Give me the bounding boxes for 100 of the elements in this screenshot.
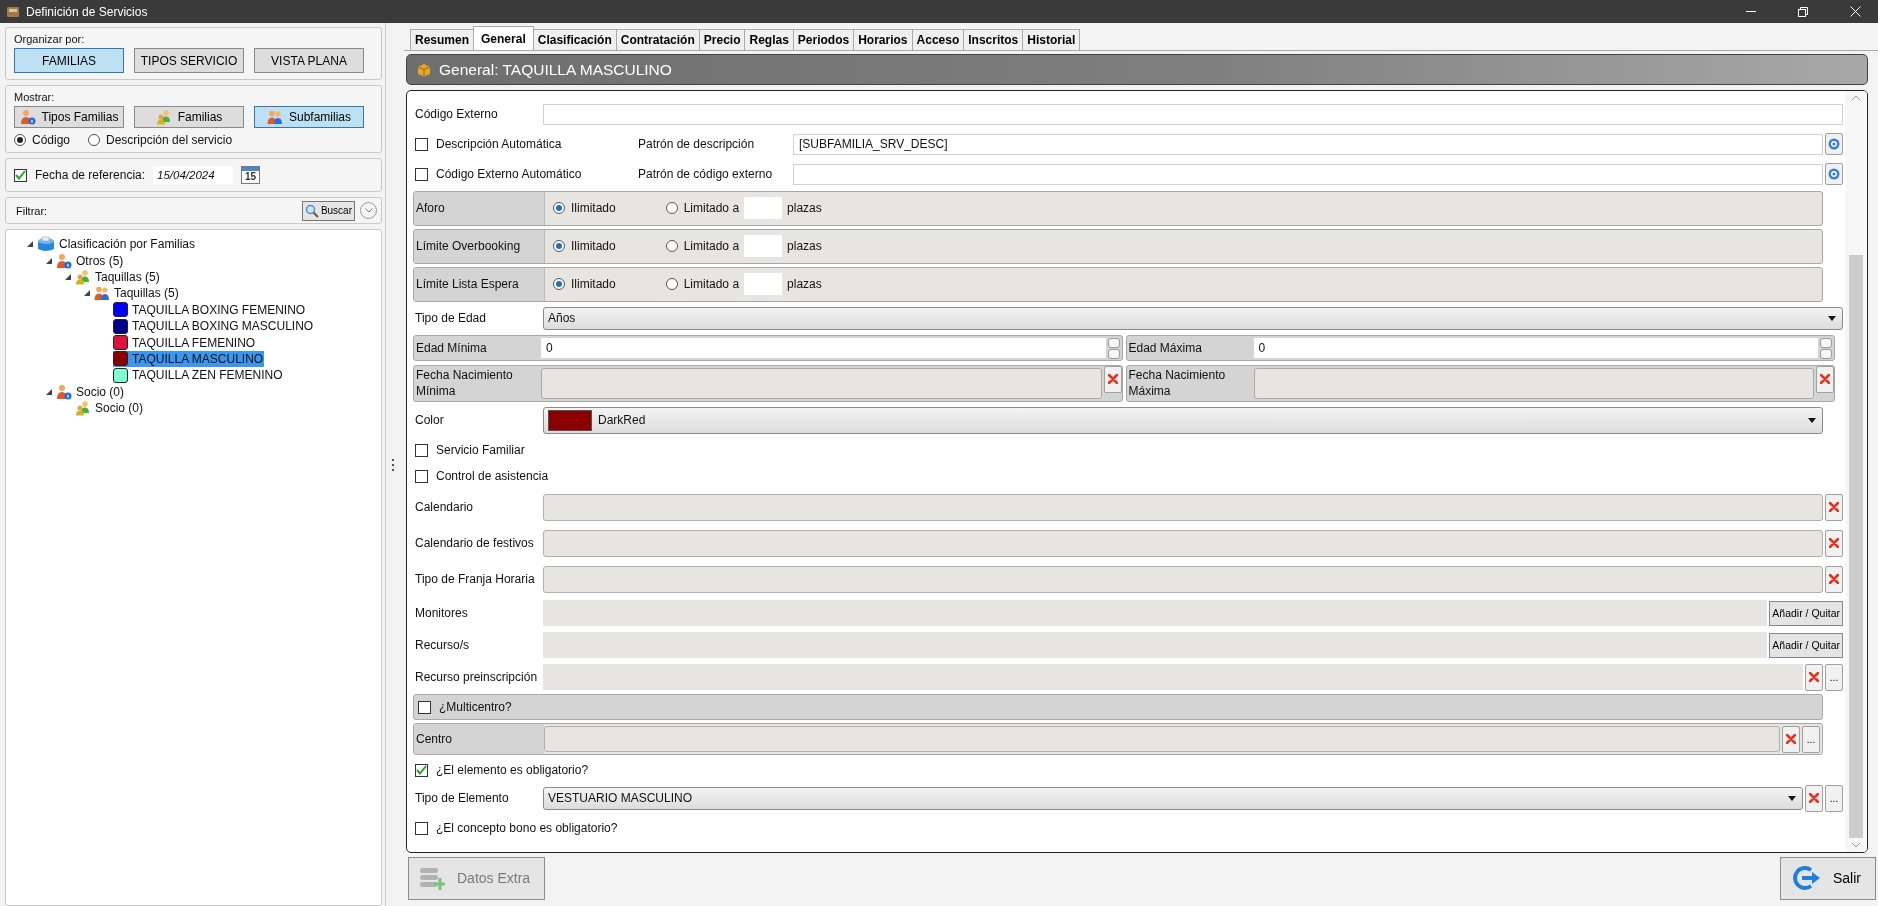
spin-buttons[interactable] bbox=[1107, 336, 1120, 360]
list-field[interactable] bbox=[543, 632, 1768, 658]
level-button[interactable]: Familias bbox=[134, 106, 244, 128]
radio-button[interactable] bbox=[553, 240, 565, 252]
radio-button[interactable] bbox=[553, 202, 565, 214]
help-button[interactable] bbox=[1825, 163, 1843, 185]
list-field[interactable] bbox=[543, 600, 1768, 626]
checkbox[interactable] bbox=[415, 443, 428, 457]
expander-icon[interactable] bbox=[45, 387, 53, 396]
radio-button[interactable] bbox=[665, 240, 678, 252]
level-button[interactable]: Subfamilias bbox=[254, 106, 364, 128]
radio-button[interactable] bbox=[14, 134, 26, 146]
color-dropdown[interactable]: DarkRed bbox=[543, 406, 1823, 434]
checkbox[interactable] bbox=[415, 167, 428, 181]
clear-button[interactable] bbox=[1782, 725, 1800, 753]
expand-button[interactable] bbox=[360, 202, 377, 219]
lookup-field[interactable] bbox=[543, 565, 1823, 593]
date-field[interactable] bbox=[1253, 367, 1814, 399]
clear-button[interactable] bbox=[1825, 529, 1843, 557]
group-label: Organizar por: bbox=[14, 33, 86, 45]
checkbox-label: ¿El elemento es obligatorio? bbox=[436, 763, 589, 777]
tab[interactable]: General bbox=[473, 26, 534, 50]
clear-button[interactable] bbox=[1825, 493, 1843, 521]
text-field[interactable] bbox=[543, 103, 1843, 125]
level-button[interactable]: Tipos Familias bbox=[14, 106, 124, 128]
radio-label: Limitado a bbox=[683, 239, 740, 253]
search-button[interactable]: Buscar bbox=[301, 200, 355, 221]
browse-button[interactable]: ... bbox=[1802, 725, 1820, 753]
checkbox[interactable] bbox=[418, 700, 431, 714]
tree-item[interactable]: TAQUILLA ZEN FEMENINO bbox=[113, 367, 284, 384]
organize-button[interactable]: FAMILIAS bbox=[14, 48, 124, 73]
add-remove-button[interactable]: Añadir / Quitar bbox=[1769, 632, 1843, 658]
lookup-field[interactable] bbox=[544, 726, 1780, 752]
splitter-handle[interactable] bbox=[391, 458, 395, 471]
field-label: Centro bbox=[414, 724, 544, 754]
browse-button[interactable]: ... bbox=[1825, 784, 1843, 812]
calendar-button[interactable]: 15 bbox=[241, 166, 261, 184]
field-label: Edad Mínima bbox=[415, 339, 488, 357]
person-icon bbox=[56, 383, 72, 400]
number-field[interactable]: 0 bbox=[541, 338, 1106, 358]
add-remove-button[interactable]: Añadir / Quitar bbox=[1769, 600, 1843, 626]
list-field[interactable] bbox=[543, 664, 1803, 690]
tree-item[interactable]: Taquillas (5) bbox=[94, 285, 180, 302]
date-field[interactable]: 15/04/2024 bbox=[153, 166, 234, 184]
radio-button[interactable] bbox=[665, 202, 678, 214]
exit-button[interactable]: Salir bbox=[1780, 856, 1876, 900]
number-field[interactable]: 0 bbox=[1253, 338, 1818, 358]
clear-button[interactable] bbox=[1103, 365, 1122, 393]
clear-button[interactable] bbox=[1825, 565, 1843, 593]
spin-buttons[interactable] bbox=[1820, 336, 1832, 360]
close-icon bbox=[1849, 6, 1861, 17]
organize-button[interactable]: TIPOS SERVICIO bbox=[134, 48, 244, 73]
filter-label: Filtrar: bbox=[15, 204, 49, 217]
expander-icon[interactable] bbox=[26, 240, 34, 249]
field-label: Monitores bbox=[414, 606, 469, 620]
date-field[interactable] bbox=[541, 367, 1102, 399]
tab[interactable]: Reglas bbox=[744, 29, 794, 50]
checkbox[interactable] bbox=[415, 821, 428, 835]
radio-button[interactable] bbox=[665, 278, 678, 290]
clear-button[interactable] bbox=[1816, 365, 1834, 393]
dropdown[interactable]: VESTUARIO MASCULINO bbox=[543, 786, 1803, 810]
field-label: Código Externo bbox=[414, 107, 499, 121]
number-field[interactable] bbox=[744, 197, 783, 219]
expander-icon[interactable] bbox=[45, 256, 53, 265]
tree-item[interactable]: Socio (0) bbox=[75, 400, 145, 417]
help-button[interactable] bbox=[1825, 133, 1843, 155]
checkbox[interactable] bbox=[14, 168, 27, 182]
search-icon bbox=[304, 203, 319, 218]
browse-button[interactable]: ... bbox=[1825, 663, 1843, 691]
tab[interactable]: Resumen bbox=[410, 29, 475, 50]
clear-button[interactable] bbox=[1805, 784, 1823, 812]
tab[interactable]: Historial bbox=[1022, 29, 1081, 50]
expander-icon[interactable] bbox=[83, 289, 91, 298]
lookup-field[interactable] bbox=[543, 529, 1823, 557]
expander-icon[interactable] bbox=[64, 272, 72, 281]
radio-button[interactable] bbox=[553, 278, 565, 290]
person-icon bbox=[19, 109, 36, 125]
tree-item[interactable]: Otros (5) bbox=[56, 252, 125, 269]
checkbox-label: ¿El concepto bono es obligatorio? bbox=[436, 821, 618, 835]
text-field[interactable] bbox=[793, 163, 1823, 185]
number-field[interactable] bbox=[744, 273, 783, 295]
scrollbar[interactable] bbox=[1845, 91, 1867, 852]
checkbox[interactable] bbox=[415, 137, 428, 151]
radio-button[interactable] bbox=[88, 134, 101, 146]
field-label: Patrón de descripción bbox=[638, 137, 756, 151]
text-field[interactable]: [SUBFAMILIA_SRV_DESC] bbox=[793, 133, 1823, 155]
number-field[interactable] bbox=[744, 235, 783, 257]
tree-item[interactable]: Taquillas (5) bbox=[75, 268, 161, 285]
tree-item[interactable]: TAQUILLA MASCULINO bbox=[113, 350, 265, 367]
checkbox[interactable] bbox=[415, 763, 428, 777]
tree-item[interactable]: Socio (0) bbox=[56, 383, 126, 400]
tree-item[interactable]: Clasificación por Familias bbox=[37, 236, 197, 253]
organize-button[interactable]: VISTA PLANA bbox=[254, 48, 364, 73]
checkbox[interactable] bbox=[415, 469, 428, 483]
clear-button[interactable] bbox=[1805, 663, 1823, 691]
dropdown[interactable]: Años bbox=[543, 306, 1843, 330]
tree-item[interactable]: TAQUILLA FEMENINO bbox=[113, 334, 257, 351]
tree-item[interactable]: TAQUILLA BOXING FEMENINO bbox=[113, 301, 307, 318]
tree-item[interactable]: TAQUILLA BOXING MASCULINO bbox=[113, 318, 315, 335]
lookup-field[interactable] bbox=[543, 493, 1823, 521]
